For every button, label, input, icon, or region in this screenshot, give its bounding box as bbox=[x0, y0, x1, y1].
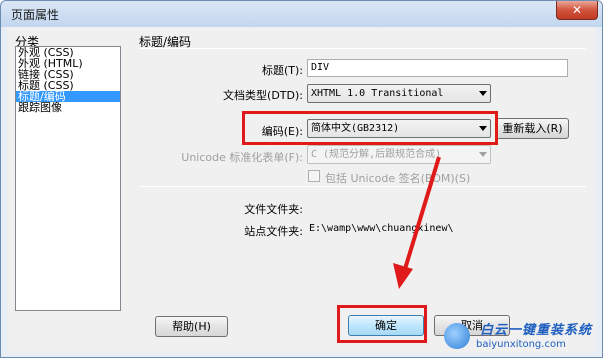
annotation-arrow bbox=[393, 156, 441, 289]
watermark-title: 白云一键重装系统 bbox=[480, 323, 593, 338]
page-properties-dialog: 页面属性 ✕ 分类 外观 (CSS) 外观 (HTML) 链接 (CSS) 标题… bbox=[0, 0, 603, 358]
watermark: 白云一键重装系统 baiyunxitong.com bbox=[442, 319, 602, 357]
watermark-url: baiyunxitong.com bbox=[476, 339, 566, 350]
watermark-logo-icon bbox=[444, 323, 470, 349]
